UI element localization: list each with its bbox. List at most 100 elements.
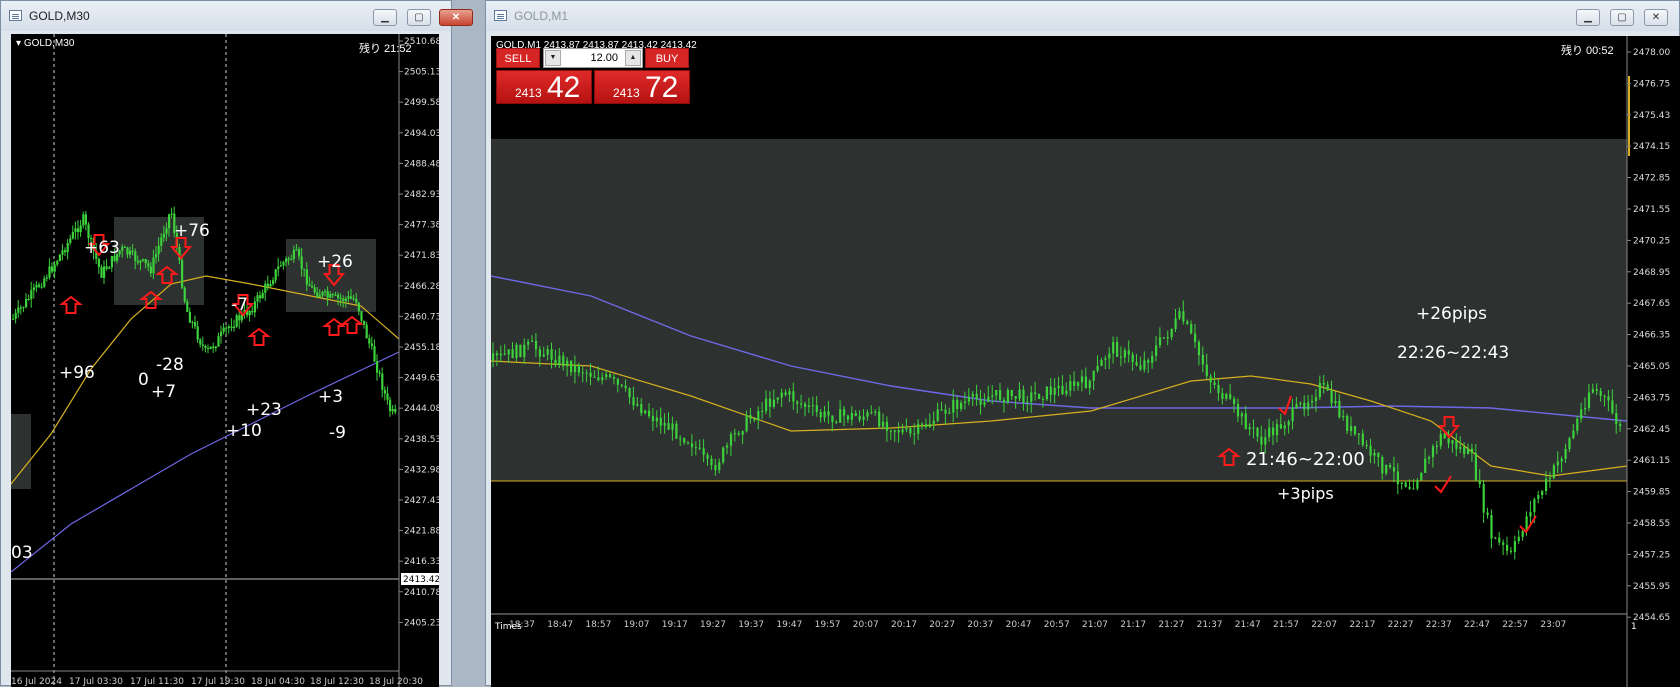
price-tick-label: 2471.55 <box>1633 205 1670 215</box>
m30-candle-body <box>292 249 295 259</box>
price-chart[interactable]: +26pips 22:26~22:43 21:46~22:00 +3pips 2478.… <box>491 36 1680 687</box>
m1-candle-body <box>495 353 499 356</box>
m30-candle-body <box>17 307 20 313</box>
m1-candle-body <box>1619 424 1622 427</box>
m1-candle-body <box>1283 425 1286 429</box>
m1-candle-body <box>1467 448 1470 455</box>
price-chart[interactable]: +63 +76 +96 -28 0 +7 -7 +23 +10 +26 +3 -9 03 2510.68 2… <box>11 34 439 687</box>
m1-candle-body <box>651 416 655 422</box>
pips-annotation: 22:26~22:43 <box>1397 343 1509 363</box>
m1-candle-body <box>1486 512 1489 516</box>
time-tick-label: 19:27 <box>700 620 726 630</box>
m1-candle-body <box>1548 477 1552 479</box>
maximize-icon[interactable]: ▢ <box>1610 9 1634 26</box>
m30-candle-body <box>79 225 82 232</box>
title-bar[interactable]: GOLD,M1 ▁ ▢ ✕ <box>486 1 1679 31</box>
m1-candle-body <box>901 429 904 433</box>
m30-candle-body <box>321 291 324 296</box>
price-tick-label: 2410.78 <box>404 588 439 598</box>
sell-price-button[interactable]: 2413 42 <box>496 70 592 104</box>
m30-candle-body <box>253 301 256 313</box>
m1-candle-body <box>1217 384 1220 394</box>
m1-candle-body <box>1408 486 1411 489</box>
m1-candle-body <box>558 355 561 365</box>
m1-candle-body <box>1162 337 1165 339</box>
m1-candle-body <box>1353 426 1357 434</box>
m1-candle-body <box>581 372 584 374</box>
m30-candle-body <box>225 327 228 329</box>
m30-candle-body <box>84 214 87 225</box>
m1-candle-body <box>784 392 787 395</box>
sell-button[interactable]: SELL <box>496 48 540 68</box>
m30-candle-body <box>311 286 314 288</box>
m30-candle-body <box>386 393 389 400</box>
m1-candle-body <box>1342 415 1345 418</box>
m1-candle-body <box>1236 404 1240 417</box>
m1-candle-body <box>562 355 565 367</box>
m1-candle-body <box>620 384 623 386</box>
m1-candle-body <box>1061 385 1064 395</box>
m1-candle-body <box>983 401 986 405</box>
close-icon[interactable]: ✕ <box>1644 9 1668 26</box>
m1-candle-body <box>1521 531 1524 537</box>
m1-candle-body <box>1116 341 1119 357</box>
buy-arrow-icon <box>247 327 271 346</box>
m1-candle-body <box>1389 464 1392 468</box>
lot-decrease-icon[interactable]: ▼ <box>545 50 561 66</box>
m1-candle-body <box>1084 376 1087 388</box>
lot-increase-icon[interactable]: ▲ <box>625 50 641 66</box>
m1-candle-body <box>523 344 526 357</box>
buy-price-button[interactable]: 2413 72 <box>594 70 690 104</box>
m30-candle-body <box>318 295 321 298</box>
price-tick-label: 2463.75 <box>1633 393 1670 403</box>
chart-symbol-label: ▾ GOLD,M30 <box>16 38 75 49</box>
m1-candle-body <box>1073 381 1076 386</box>
minimize-icon[interactable]: ▁ <box>373 9 397 26</box>
m1-candle-body <box>1537 495 1540 500</box>
price-tick-label: 2482.93 <box>404 190 439 200</box>
m1-candle-body <box>644 410 647 414</box>
m1-candle-body <box>1143 360 1146 370</box>
buy-button[interactable]: BUY <box>645 48 689 68</box>
m30-candle-body <box>316 292 319 298</box>
m30-candle-body <box>74 228 77 233</box>
m1-candle-body <box>1373 452 1376 456</box>
m1-candle-body <box>1069 381 1072 391</box>
m1-candle-body <box>835 422 838 424</box>
m1-candle-body <box>1295 404 1298 408</box>
m1-candle-body <box>1225 394 1228 399</box>
m1-candle-body <box>921 423 924 425</box>
m1-candle-body <box>1041 398 1045 400</box>
current-price-label: 2413.42 <box>403 575 439 585</box>
title-bar[interactable]: GOLD,M30 ▁ ▢ ✕ <box>1 1 473 31</box>
price-tick-label: 2427.43 <box>404 496 439 506</box>
m1-candle-body <box>749 415 752 419</box>
m30-candle-body <box>259 295 262 299</box>
m1-candle-body <box>1591 389 1594 393</box>
m30-candle-body <box>43 278 46 287</box>
m30-candle-body <box>12 318 15 320</box>
m1-candle-body <box>1533 499 1536 512</box>
m30-candle-body <box>391 409 394 412</box>
price-tick-label: 2432.98 <box>404 465 439 475</box>
m30-candle-body <box>162 233 165 238</box>
m1-candle-body <box>1213 382 1216 385</box>
m1-candle-body <box>1112 341 1115 354</box>
price-tick-label: 2459.85 <box>1633 488 1670 498</box>
m1-candle-body <box>573 364 577 373</box>
pips-annotation: +3 <box>318 387 343 407</box>
m30-candle-body <box>303 268 306 270</box>
maximize-icon[interactable]: ▢ <box>407 9 431 26</box>
price-tick-label: 2476.75 <box>1633 79 1670 89</box>
minimize-icon[interactable]: ▁ <box>1576 9 1600 26</box>
time-tick-label: 21:37 <box>1197 620 1223 630</box>
m1-candle-body <box>1361 433 1364 445</box>
lot-size-field[interactable]: ▼ 12.00 ▲ <box>543 48 643 68</box>
m1-candle-body <box>1431 446 1435 458</box>
m1-candle-body <box>866 412 869 417</box>
m1-candle-body <box>971 393 974 397</box>
price-tick-label: 2458.55 <box>1633 519 1670 529</box>
close-icon[interactable]: ✕ <box>439 9 473 26</box>
m1-candle-body <box>1311 400 1314 403</box>
m30-candle-body <box>40 286 43 288</box>
